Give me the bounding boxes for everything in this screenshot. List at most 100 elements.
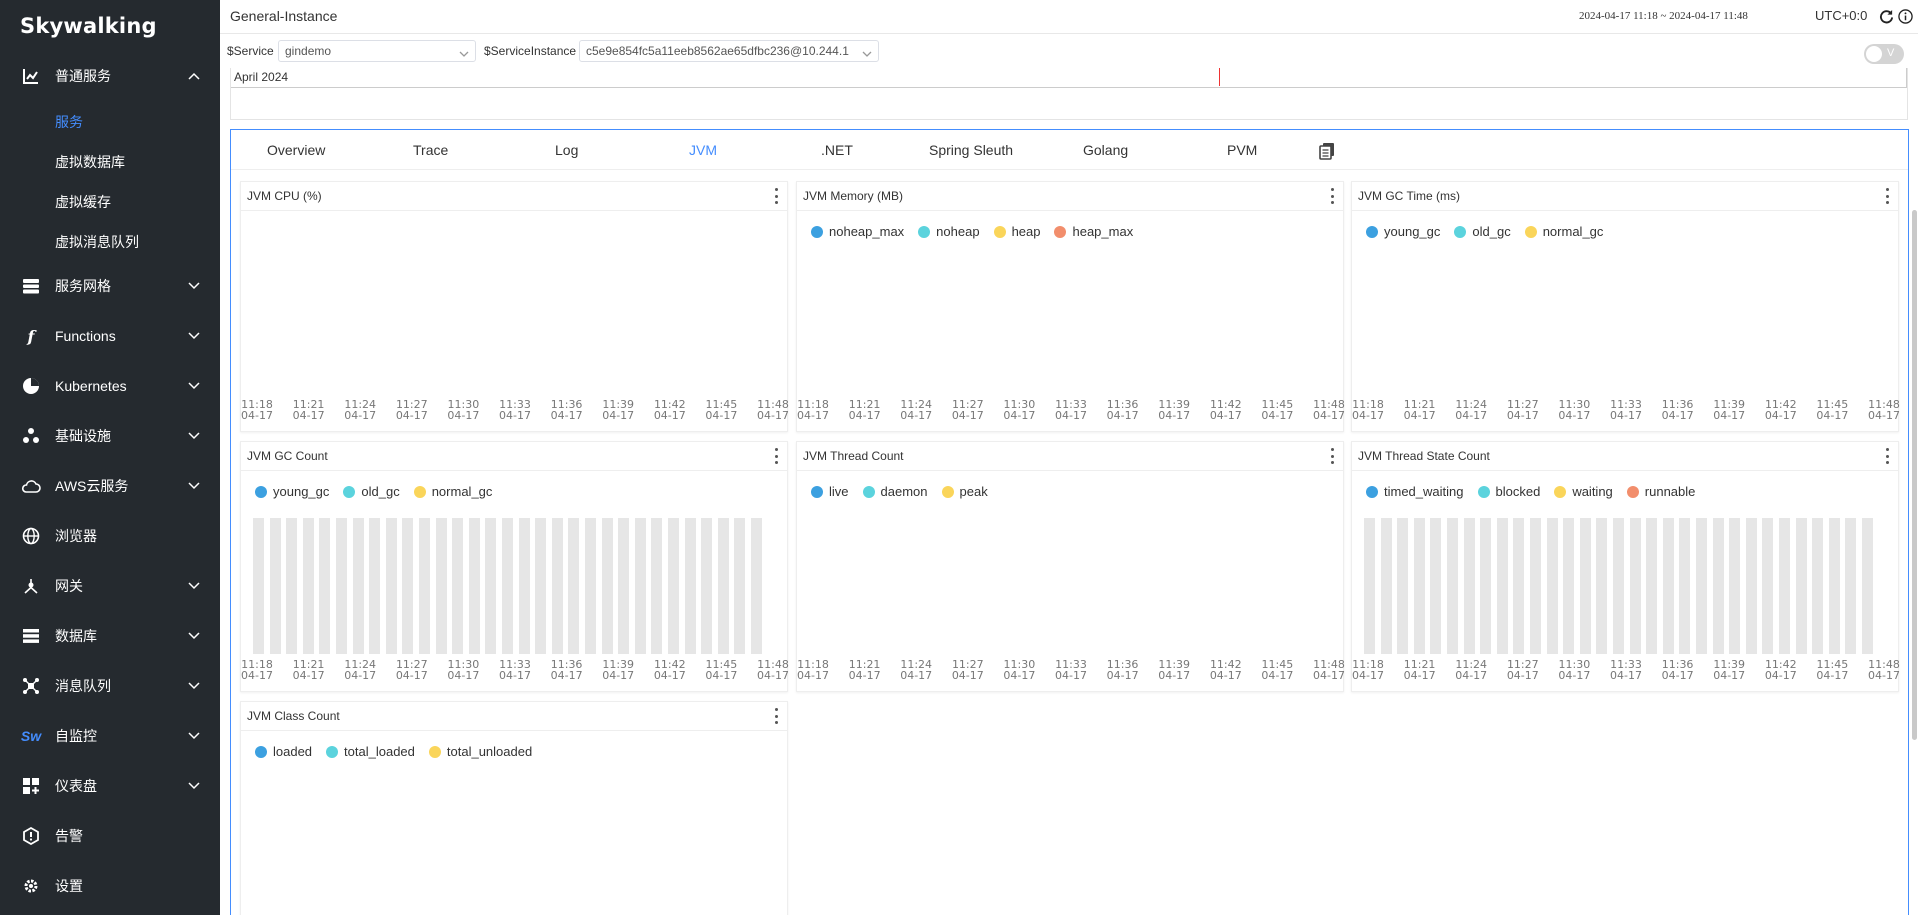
chart-bar[interactable] (319, 518, 331, 654)
chart-bar[interactable] (1380, 518, 1392, 654)
chart-bar[interactable] (1430, 518, 1442, 654)
view-toggle[interactable]: V (1864, 44, 1904, 64)
tab-pvm[interactable]: PVM (1227, 142, 1257, 158)
chart-bar[interactable] (634, 518, 646, 654)
chart-bar[interactable] (1762, 518, 1774, 654)
chart-bar[interactable] (1596, 518, 1608, 654)
chart-bar[interactable] (1364, 518, 1375, 654)
more-vertical-icon[interactable] (773, 448, 779, 464)
time-range-picker[interactable]: 2024-04-17 11:18 ~ 2024-04-17 11:48 (1579, 10, 1748, 22)
legend-item[interactable]: old_gc (343, 484, 400, 499)
chart-bar[interactable] (352, 518, 364, 654)
more-vertical-icon[interactable] (1329, 188, 1335, 204)
more-vertical-icon[interactable] (773, 708, 779, 724)
tab-trace[interactable]: Trace (413, 142, 448, 158)
chart-bar[interactable] (668, 518, 679, 654)
chart-bar[interactable] (1745, 518, 1757, 654)
more-vertical-icon[interactable] (1884, 188, 1890, 204)
more-vertical-icon[interactable] (773, 188, 779, 204)
legend-item[interactable]: live (811, 484, 849, 499)
sidebar-item-self-observability[interactable]: Sw 自监控 (0, 716, 220, 756)
scrollbar[interactable] (1912, 210, 1917, 740)
chart-bar[interactable] (1629, 518, 1641, 654)
legend-item[interactable]: old_gc (1454, 224, 1511, 239)
sidebar-item-aws[interactable]: AWS云服务 (0, 466, 220, 506)
tab-golang[interactable]: Golang (1083, 142, 1128, 158)
chart-bar[interactable] (1513, 518, 1525, 654)
sidebar-item-alerts[interactable]: 告警 (0, 816, 220, 856)
chart-bar[interactable] (269, 518, 281, 654)
chart-bar[interactable] (1845, 518, 1857, 654)
legend-item[interactable]: waiting (1554, 484, 1613, 499)
legend-item[interactable]: blocked (1477, 484, 1540, 499)
chart-bar[interactable] (435, 518, 447, 654)
chart-bar[interactable] (1662, 518, 1674, 654)
tab-dotnet[interactable]: .NET (821, 142, 853, 158)
tab-spring-sleuth[interactable]: Spring Sleuth (929, 142, 1013, 158)
chart-bar[interactable] (1530, 518, 1541, 654)
legend-item[interactable]: normal_gc (1524, 224, 1603, 239)
chart-bar[interactable] (518, 518, 530, 654)
more-vertical-icon[interactable] (1329, 448, 1335, 464)
chart-bar[interactable] (1413, 518, 1425, 654)
chart-bar[interactable] (419, 518, 430, 654)
chart-bar[interactable] (1546, 518, 1558, 654)
sidebar-item-settings[interactable]: 设置 (0, 866, 220, 906)
refresh-icon[interactable] (1878, 8, 1894, 24)
sidebar-item-general-service[interactable]: 普通服务 (0, 56, 220, 96)
chart-bar[interactable] (1496, 518, 1508, 654)
service-select[interactable]: gindemo (278, 40, 476, 62)
sidebar-item-message-queue[interactable]: 消息队列 (0, 666, 220, 706)
chart-bar[interactable] (601, 518, 613, 654)
chart-bar[interactable] (1397, 518, 1409, 654)
chart-bar[interactable] (502, 518, 513, 654)
chart-bar[interactable] (1712, 518, 1724, 654)
sidebar-item-infrastructure[interactable]: 基础设施 (0, 416, 220, 456)
chart-bar[interactable] (286, 518, 298, 654)
legend-item[interactable]: young_gc (1366, 224, 1440, 239)
tab-log[interactable]: Log (555, 142, 578, 158)
chart-bar[interactable] (1696, 518, 1707, 654)
chart-bar[interactable] (1828, 518, 1840, 654)
chart-bar[interactable] (1679, 518, 1691, 654)
chart-bar[interactable] (402, 518, 414, 654)
chart-bar[interactable] (1563, 518, 1575, 654)
chart-bar[interactable] (1480, 518, 1492, 654)
chart-bar[interactable] (468, 518, 480, 654)
chart-bar[interactable] (568, 518, 580, 654)
chart-bar[interactable] (734, 518, 746, 654)
chart-bar[interactable] (253, 518, 264, 654)
service-instance-select[interactable]: c5e9e854fc5a11eeb8562ae65dfbc236@10.244.… (579, 40, 879, 62)
sidebar-subitem-virtual-cache[interactable]: 虚拟缓存 (0, 182, 220, 222)
legend-item[interactable]: total_loaded (326, 744, 415, 759)
tab-jvm[interactable]: JVM (689, 142, 717, 158)
chart-bar[interactable] (336, 518, 347, 654)
legend-item[interactable]: loaded (255, 744, 312, 759)
sidebar-item-database[interactable]: 数据库 (0, 616, 220, 656)
chart-bar[interactable] (535, 518, 547, 654)
chart-bar[interactable] (701, 518, 713, 654)
legend-item[interactable]: total_unloaded (428, 744, 532, 759)
sidebar-item-kubernetes[interactable]: Kubernetes (0, 366, 220, 406)
chart-bar[interactable] (1447, 518, 1458, 654)
copy-icon[interactable] (1319, 142, 1337, 160)
sidebar-subitem-virtual-database[interactable]: 虚拟数据库 (0, 142, 220, 182)
legend-item[interactable]: noheap_max (811, 224, 904, 239)
chart-bar[interactable] (485, 518, 497, 654)
tab-overview[interactable]: Overview (267, 142, 325, 158)
legend-item[interactable]: young_gc (255, 484, 329, 499)
chart-bar[interactable] (302, 518, 314, 654)
chart-bar[interactable] (1795, 518, 1807, 654)
legend-item[interactable]: runnable (1626, 484, 1695, 499)
chart-bar[interactable] (1862, 518, 1873, 654)
legend-item[interactable]: noheap (918, 224, 980, 239)
sidebar-item-service-mesh[interactable]: 服务网格 (0, 266, 220, 306)
sidebar-subitem-service[interactable]: 服务 (0, 102, 220, 142)
sidebar-item-gateway[interactable]: 网关 (0, 566, 220, 606)
more-vertical-icon[interactable] (1884, 448, 1890, 464)
sidebar-item-browser[interactable]: 浏览器 (0, 516, 220, 556)
legend-item[interactable]: daemon (862, 484, 928, 499)
chart-bar[interactable] (1646, 518, 1658, 654)
skywalking-logo[interactable]: Skywalking (0, 0, 220, 52)
chart-bar[interactable] (369, 518, 381, 654)
